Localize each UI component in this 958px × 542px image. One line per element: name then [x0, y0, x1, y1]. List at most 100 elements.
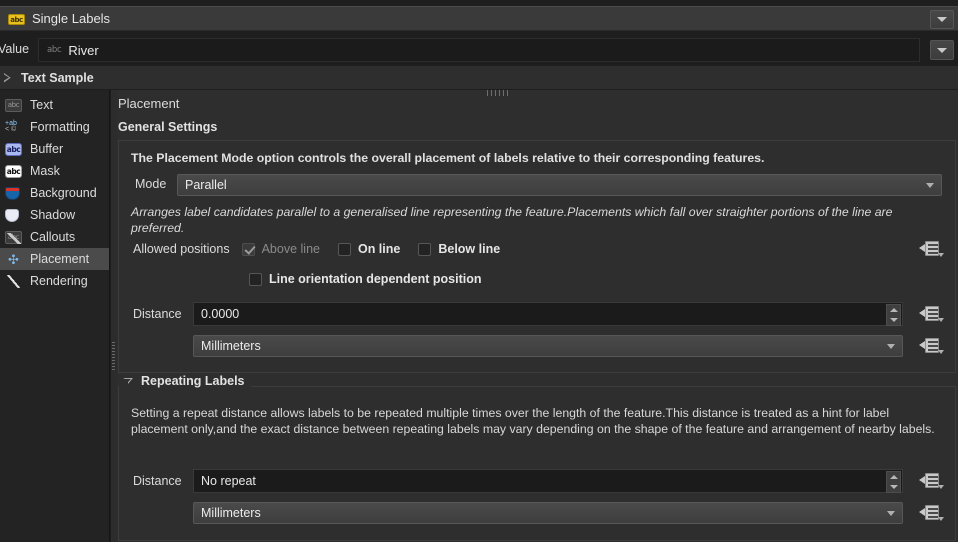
mode-value: Parallel: [185, 178, 227, 192]
distance-override-button[interactable]: [919, 304, 945, 324]
repeating-labels-collapse-header[interactable]: Repeating Labels: [119, 373, 251, 389]
repeat-distance-spinbox[interactable]: No repeat: [193, 469, 903, 493]
data-defined-override-icon: [925, 505, 939, 520]
sidebar-item-background[interactable]: Background: [0, 182, 109, 204]
checkbox-below-line[interactable]: Below line: [418, 242, 500, 256]
sidebar-item-rendering[interactable]: Rendering: [0, 270, 109, 292]
data-defined-override-icon: [925, 338, 939, 353]
settings-sidebar: abc Text +ab < © Formatting abc Buffer ab…: [0, 90, 110, 542]
callouts-icon: abc: [5, 230, 22, 244]
repeat-distance-override-button[interactable]: [919, 471, 945, 491]
sidebar-item-callouts[interactable]: abc Callouts: [0, 226, 109, 248]
sidebar-item-formatting[interactable]: +ab < © Formatting: [0, 116, 109, 138]
sidebar-item-mask[interactable]: abc Mask: [0, 160, 109, 182]
chevron-down-icon: [887, 344, 895, 349]
text-sample-expander[interactable]: Text Sample: [0, 66, 958, 89]
sidebar-item-shadow[interactable]: Shadow: [0, 204, 109, 226]
data-defined-override-icon: [925, 306, 939, 321]
page-title: Placement: [118, 96, 180, 111]
repeating-labels-description: Setting a repeat distance allows labels …: [131, 406, 935, 436]
sidebar-item-label: Shadow: [30, 208, 76, 222]
single-labels-header[interactable]: abc Single Labels: [0, 6, 958, 31]
distance-label: Distance: [133, 307, 182, 321]
sidebar-item-buffer[interactable]: abc Buffer: [0, 138, 109, 160]
checkbox-label: Below line: [438, 242, 501, 256]
checkbox-box: [249, 272, 262, 286]
chevron-down-icon: [938, 517, 944, 521]
chevron-down-icon: [926, 183, 934, 188]
checkbox-box: [241, 242, 255, 256]
chevron-down-icon: [938, 318, 944, 322]
checkbox-box: [337, 242, 351, 256]
distance-spinbox[interactable]: 0.0000: [193, 302, 903, 326]
shadow-icon: [5, 208, 22, 222]
checkbox-above-line[interactable]: Above line: [241, 242, 320, 256]
value-field-text: River: [68, 42, 99, 58]
spin-down-icon[interactable]: [889, 485, 898, 489]
placement-mode-hint: The Placement Mode option controls the o…: [131, 151, 765, 165]
allowed-positions-override-button[interactable]: [919, 239, 945, 259]
sidebar-item-label: Buffer: [30, 142, 64, 156]
repeat-distance-label: Distance: [133, 474, 182, 488]
distance-spin-buttons[interactable]: [886, 304, 901, 326]
value-field[interactable]: abc River: [38, 38, 920, 62]
placement-settings-panel: Placement General Settings The Placement…: [117, 90, 958, 542]
repeat-distance-value: No repeat: [201, 474, 256, 488]
general-settings-group: The Placement Mode option controls the o…: [118, 140, 956, 373]
repeating-labels-title: Repeating Labels: [141, 374, 245, 388]
settings-split-area: abc Text +ab < © Formatting abc Buffer ab…: [0, 90, 958, 542]
distance-units-value: Millimeters: [201, 339, 261, 353]
sidebar-item-label: Mask: [30, 164, 60, 178]
checkbox-box: [418, 242, 432, 256]
distance-units-override-button[interactable]: [919, 336, 945, 356]
mode-description: Arranges label candidates parallel to a …: [131, 205, 893, 235]
repeat-units-value: Millimeters: [201, 506, 261, 520]
sidebar-item-text[interactable]: abc Text: [0, 94, 109, 116]
placement-icon: ✣: [8, 251, 19, 267]
checkbox-on-line[interactable]: On line: [337, 242, 400, 256]
line-orientation-row[interactable]: Line orientation dependent position: [249, 272, 482, 286]
distance-value: 0.0000: [201, 307, 240, 321]
distance-units-combobox[interactable]: Millimeters: [193, 335, 903, 357]
data-defined-override-icon: [925, 473, 939, 488]
chevron-down-icon: [937, 47, 947, 53]
labeling-mode-dropdown-button[interactable]: [930, 10, 954, 29]
spin-down-icon[interactable]: [889, 318, 898, 322]
chevron-down-icon: [937, 17, 947, 22]
allowed-positions-label: Allowed positions: [133, 242, 230, 256]
value-label: Value: [0, 42, 30, 56]
repeat-distance-spin-buttons[interactable]: [886, 471, 901, 493]
text-icon: abc: [5, 98, 22, 112]
checkbox-label: Above line: [261, 242, 320, 256]
splitter-grip-icon: [112, 342, 115, 372]
abc-field-type-icon: abc: [47, 45, 62, 55]
triangle-right-icon: [4, 73, 11, 83]
rendering-icon: [5, 274, 22, 288]
chevron-down-icon: [887, 511, 895, 516]
chevron-down-icon: [938, 485, 944, 489]
sidebar-item-label: Formatting: [30, 120, 90, 134]
value-row: Value abc River: [0, 38, 958, 62]
mode-combobox[interactable]: Parallel: [177, 174, 942, 196]
chevron-down-icon: [938, 350, 944, 354]
horizontal-splitter-grip-icon[interactable]: [487, 90, 509, 96]
repeat-units-override-button[interactable]: [919, 503, 945, 523]
sidebar-item-placement[interactable]: ✣ Placement: [0, 248, 109, 270]
spin-up-icon[interactable]: [889, 308, 898, 312]
sidebar-item-label: Callouts: [30, 230, 76, 244]
mode-label: Mode: [135, 177, 167, 191]
buffer-icon: abc: [5, 142, 22, 156]
checkbox-label: Line orientation dependent position: [269, 272, 482, 286]
repeat-units-combobox[interactable]: Millimeters: [193, 502, 903, 524]
chevron-down-icon: [938, 253, 944, 257]
mask-icon: abc: [5, 164, 22, 178]
triangle-down-icon: [123, 378, 133, 384]
sidebar-item-label: Background: [30, 186, 97, 200]
background-icon: [5, 186, 22, 200]
spin-up-icon[interactable]: [889, 475, 898, 479]
allowed-positions-row: Allowed positions Above line On line Bel…: [133, 242, 518, 256]
general-settings-title: General Settings: [118, 120, 218, 134]
value-dropdown-button[interactable]: [930, 40, 954, 60]
checkbox-line-orientation[interactable]: Line orientation dependent position: [249, 272, 482, 286]
sidebar-item-label: Rendering: [30, 274, 88, 288]
